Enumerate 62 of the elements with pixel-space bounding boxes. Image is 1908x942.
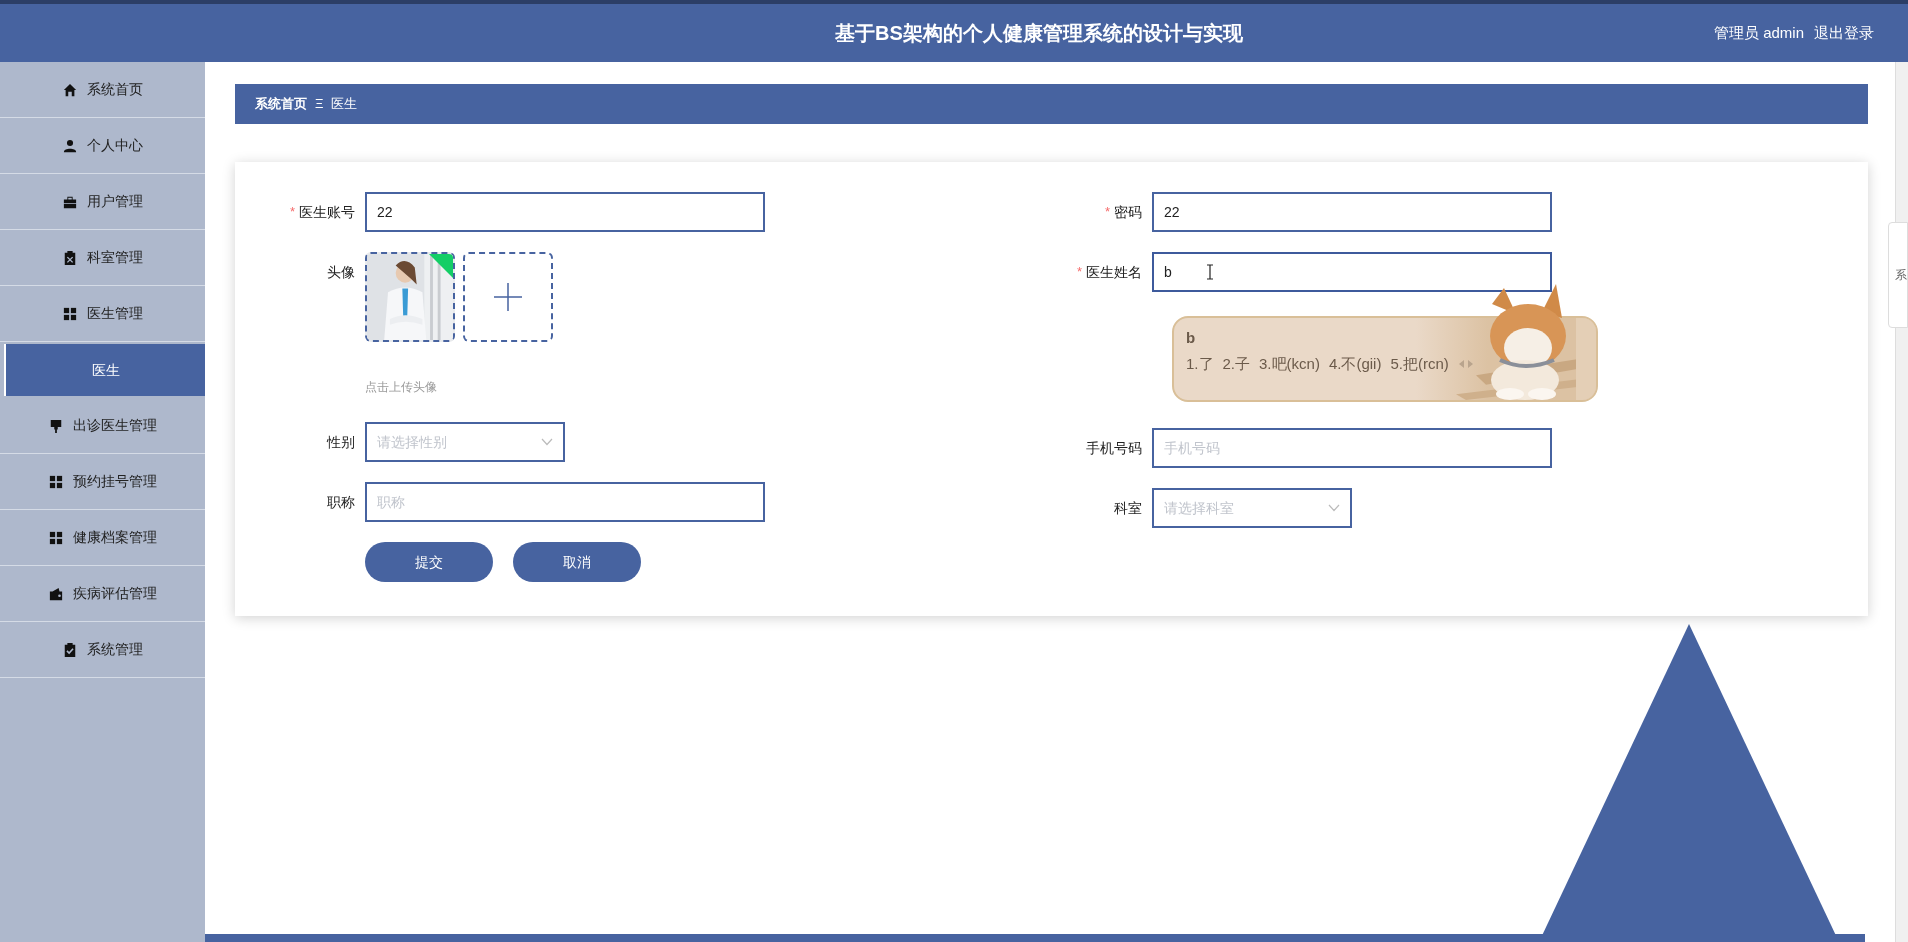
field-label: 职称 <box>327 492 355 512</box>
ime-candidate[interactable]: 2.子 <box>1222 353 1251 376</box>
field-label: 头像 <box>327 262 355 282</box>
success-corner-icon <box>429 254 453 278</box>
chevron-down-icon <box>1328 504 1340 512</box>
side-tab-text: 系 <box>1895 267 1907 284</box>
logout-link[interactable]: 退出登录 <box>1814 21 1874 45</box>
text-field[interactable]: b <box>1152 252 1552 292</box>
sidebar-item[interactable]: 系统管理 <box>0 622 205 678</box>
sidebar-item[interactable]: 疾病评估管理 <box>0 566 205 622</box>
field-label: 医生姓名 <box>1086 262 1142 282</box>
breadcrumb-separator: Ξ <box>315 95 324 114</box>
sidebar-item[interactable]: 医生 <box>4 344 205 396</box>
plus-icon <box>494 283 522 311</box>
ime-candidate[interactable]: 4.不(gii) <box>1328 353 1382 376</box>
grid-icon <box>62 306 77 321</box>
form-button[interactable]: 取消 <box>513 542 641 582</box>
breadcrumb-link[interactable]: 系统首页 <box>255 94 307 114</box>
field-label: 手机号码 <box>1086 438 1142 458</box>
sidebar-item[interactable]: 个人中心 <box>0 118 205 174</box>
clipboard-x-icon <box>62 250 77 265</box>
sidebar-item[interactable]: 健康档案管理 <box>0 510 205 566</box>
field-label: 密码 <box>1114 202 1142 222</box>
text-field[interactable]: 22 <box>1152 192 1552 232</box>
field-label: 性别 <box>327 432 355 452</box>
user-icon <box>62 138 77 153</box>
wallet-icon <box>48 586 63 601</box>
grid-icon <box>48 530 63 545</box>
upload-hint: 点击上传头像 <box>365 380 438 394</box>
sidebar-item[interactable]: 用户管理 <box>0 174 205 230</box>
home-icon <box>62 82 77 97</box>
sidebar-item[interactable]: 系统首页 <box>0 62 205 118</box>
upload-button[interactable] <box>463 252 553 342</box>
briefcase-icon <box>62 194 77 209</box>
select-placeholder: 请选择性别 <box>377 432 447 452</box>
select-placeholder: 请选择科室 <box>1164 498 1234 518</box>
required-mark: * <box>1104 203 1110 222</box>
sidebar-item[interactable]: 医生管理 <box>0 286 205 342</box>
ime-candidate[interactable]: 1.了 <box>1186 353 1214 376</box>
text-field[interactable]: 手机号码 <box>1152 428 1552 468</box>
ime-composition: b <box>1186 330 1197 345</box>
required-mark: * <box>289 203 295 222</box>
text-cursor-icon <box>1206 264 1214 280</box>
stamp-icon <box>48 418 63 433</box>
breadcrumb-link[interactable]: 医生 <box>331 94 358 114</box>
sidebar-item[interactable]: 科室管理 <box>0 230 205 286</box>
sidebar-item[interactable]: 预约挂号管理 <box>0 454 205 510</box>
sidebar-item[interactable]: 出诊医生管理 <box>0 398 205 454</box>
grid-icon <box>48 474 63 489</box>
field-label: 医生账号 <box>299 202 355 222</box>
side-tab[interactable]: 系 <box>1888 222 1908 328</box>
clipboard-check-icon <box>62 642 77 657</box>
text-field[interactable]: 职称 <box>365 482 765 522</box>
chevron-down-icon <box>541 438 553 446</box>
required-mark: * <box>1076 263 1082 282</box>
user-label: 管理员 admin <box>1713 22 1804 43</box>
text-field[interactable]: 22 <box>365 192 765 232</box>
ime-candidate[interactable]: 5.把(rcn) <box>1390 353 1449 376</box>
window-title: 基于BS架构的个人健康管理系统的设计与实现 <box>835 21 1243 46</box>
ime-candidate[interactable]: 3.吧(kcn) <box>1259 353 1320 376</box>
form-button[interactable]: 提交 <box>365 542 493 582</box>
field-label: 科室 <box>1114 498 1142 518</box>
